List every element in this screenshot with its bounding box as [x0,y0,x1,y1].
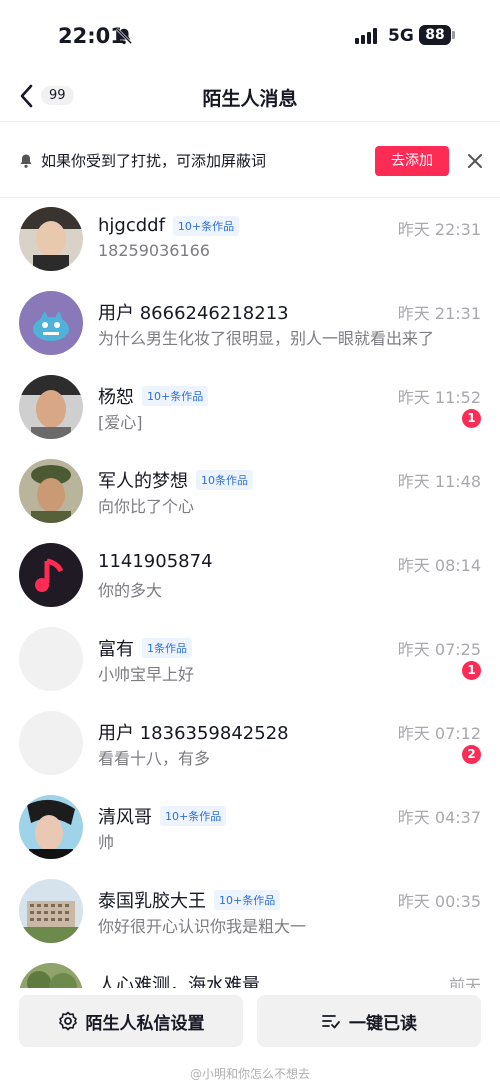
settings-label: 陌生人私信设置 [85,1013,205,1034]
message-time: 昨天 00:35 [397,892,481,911]
block-words-notice: 如果你受到了打扰，可添加屏蔽词 去添加 [0,122,500,198]
message-preview: 为什么男生化妆了很明显，别人一眼就看出来了 [98,329,435,348]
conversation-row[interactable]: 人心难测，海水难量 前天 [0,954,500,988]
contact-name: 1141905874 [98,551,213,572]
contact-name: 泰国乳胶大王 [98,891,206,912]
contact-name: 富有 [98,639,134,660]
works-tag: 10条作品 [196,470,253,490]
page-title: 陌生人消息 [202,88,298,110]
message-preview: [爱心] [98,413,143,432]
avatar[interactable] [19,795,83,859]
conversation-row[interactable]: hjgcddf 10+条作品 昨天 22:31 18259036166 [0,198,500,282]
conversation-row[interactable]: 军人的梦想 10条作品 昨天 11:48 向你比了个心 [0,450,500,534]
avatar[interactable] [19,459,83,523]
mark-read-icon [322,1015,340,1029]
message-preview: 向你比了个心 [98,497,195,516]
contact-name: 用户 1836359842528 [98,723,289,744]
avatar[interactable] [19,543,83,607]
name-line: 用户 1836359842528 [98,719,289,745]
avatar[interactable] [19,291,83,355]
message-time: 前天 [448,976,481,988]
avatar[interactable] [19,627,83,691]
name-line: 清风哥 10+条作品 [98,803,227,829]
message-preview: 帅 [98,833,115,852]
network-type: 5G [388,26,414,46]
works-tag: 1条作品 [142,638,192,658]
conversation-row[interactable]: 用户 8666246218213 昨天 21:31 为什么男生化妆了很明显，别人… [0,282,500,366]
conversation-row[interactable]: 用户 1836359842528 昨天 07:12 看看十八，有多 2 [0,702,500,786]
unread-badge: 1 [462,661,481,680]
status-bar: 22:01 5G 88 [0,0,500,72]
works-tag: 10+条作品 [160,806,227,826]
name-line: 富有 1条作品 [98,635,192,661]
message-time: 昨天 08:14 [397,556,481,575]
contact-name: 清风哥 [98,807,152,828]
contact-name: 人心难测，海水难量 [98,975,260,988]
avatar[interactable] [19,963,83,988]
bottom-action-bar: 陌生人私信设置 一键已读 @小明和你怎么不想去 [0,988,500,1086]
message-time: 昨天 21:31 [397,304,481,323]
conversation-row[interactable]: 泰国乳胶大王 10+条作品 昨天 00:35 你好很开心认识你我是粗大一 [0,870,500,954]
message-preview: 看看十八，有多 [98,749,211,768]
message-time: 昨天 04:37 [397,808,481,827]
close-icon[interactable] [466,152,484,170]
message-time: 昨天 11:52 [397,388,481,407]
battery-icon: 88 [419,25,451,45]
contact-name: 用户 8666246218213 [98,303,289,324]
name-line: 人心难测，海水难量 [98,971,260,988]
avatar[interactable] [19,375,83,439]
nav-bar: 99 陌生人消息 [0,72,500,122]
name-line: 泰国乳胶大王 10+条作品 [98,887,281,913]
mark-all-read-button[interactable]: 一键已读 [257,995,481,1047]
name-line: hjgcddf 10+条作品 [98,215,240,236]
unread-badge: 2 [462,745,481,764]
contact-name: 军人的梦想 [98,471,188,492]
watermark-text: @小明和你怎么不想去 [189,1067,310,1081]
notice-text: 如果你受到了打扰，可添加屏蔽词 [41,152,267,170]
add-block-words-button[interactable]: 去添加 [375,146,449,176]
unread-badge: 1 [462,409,481,428]
works-tag: 10+条作品 [214,890,281,910]
mark-read-label: 一键已读 [349,1013,417,1034]
works-tag: 10+条作品 [172,215,240,236]
gear-icon [58,1011,77,1031]
battery-tip [452,31,455,39]
message-preview: 小帅宝早上好 [98,665,195,684]
contact-name: 杨恕 [98,387,134,408]
message-time: 昨天 11:48 [397,472,481,491]
message-time: 昨天 07:25 [397,640,481,659]
works-tag: 10+条作品 [142,386,209,406]
avatar[interactable] [19,879,83,943]
bell-icon [20,154,32,168]
message-preview: 你的多大 [98,581,163,600]
bell-mute-icon [115,27,133,45]
contact-name: hjgcddf [98,215,165,236]
avatar[interactable] [19,711,83,775]
name-line: 1141905874 [98,551,213,572]
name-line: 用户 8666246218213 [98,299,289,325]
stranger-dm-settings-button[interactable]: 陌生人私信设置 [19,995,243,1047]
signal-icon [355,28,377,44]
message-preview: 你好很开心认识你我是粗大一 [98,917,307,936]
message-time: 昨天 22:31 [397,220,481,239]
name-line: 杨恕 10+条作品 [98,383,209,409]
name-line: 军人的梦想 10条作品 [98,467,253,493]
conversation-row[interactable]: 富有 1条作品 昨天 07:25 小帅宝早上好 1 [0,618,500,702]
message-time: 昨天 07:12 [397,724,481,743]
conversation-list: hjgcddf 10+条作品 昨天 22:31 18259036166 用户 8… [0,198,500,988]
conversation-row[interactable]: 清风哥 10+条作品 昨天 04:37 帅 [0,786,500,870]
message-preview: 18259036166 [98,241,210,260]
avatar[interactable] [19,207,83,271]
conversation-row[interactable]: 1141905874 昨天 08:14 你的多大 [0,534,500,618]
conversation-row[interactable]: 杨恕 10+条作品 昨天 11:52 [爱心] 1 [0,366,500,450]
